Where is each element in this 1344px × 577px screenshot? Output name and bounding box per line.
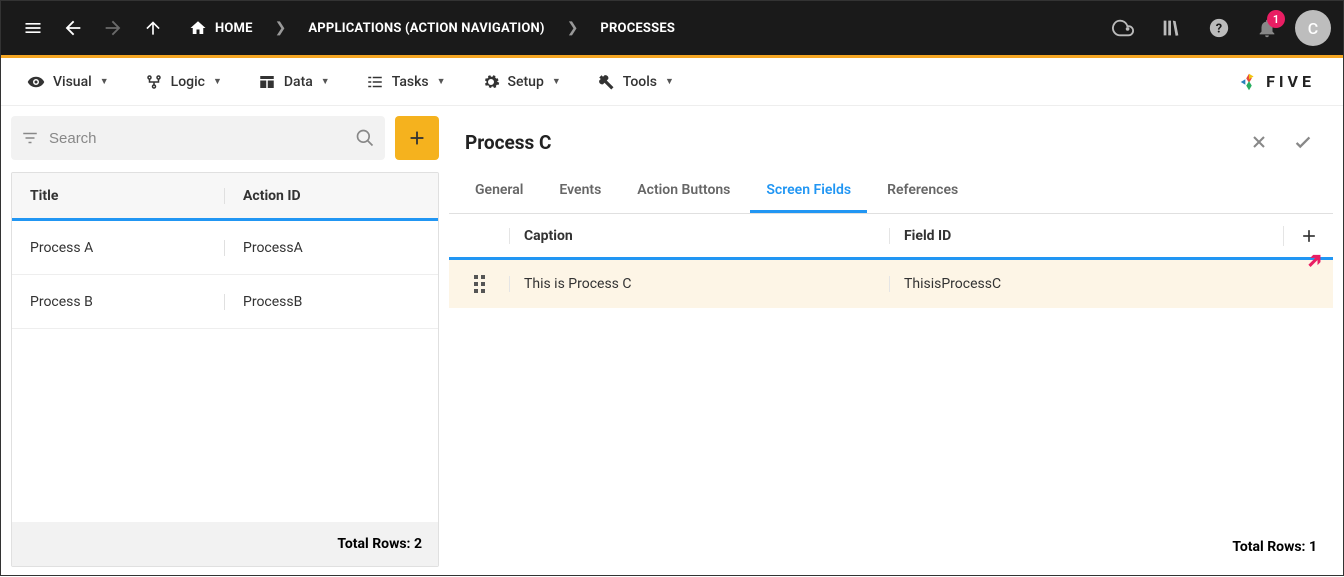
left-panel: Title Action ID Process A ProcessA Proce… — [1, 106, 449, 577]
logo-icon — [1238, 71, 1260, 93]
search-icon[interactable] — [355, 128, 375, 148]
eye-icon — [27, 73, 45, 91]
search-box[interactable] — [11, 116, 385, 160]
breadcrumb-home[interactable]: HOME — [173, 19, 269, 37]
menu-label: Tools — [623, 74, 657, 90]
cell-title: Process A — [12, 240, 225, 256]
chevron-down-icon: ▼ — [665, 76, 674, 87]
forward-button — [93, 8, 133, 48]
tab-events[interactable]: Events — [543, 170, 617, 213]
breadcrumb-processes[interactable]: PROCESSES — [584, 21, 691, 36]
breadcrumb-label: APPLICATIONS (ACTION NAVIGATION) — [308, 21, 544, 36]
tab-references[interactable]: References — [871, 170, 974, 213]
breadcrumb-applications[interactable]: APPLICATIONS (ACTION NAVIGATION) — [292, 21, 560, 36]
tab-general[interactable]: General — [459, 170, 539, 213]
avatar-initial: C — [1308, 19, 1318, 38]
cell-caption: This is Process C — [509, 276, 889, 292]
table-row[interactable]: Process B ProcessB — [12, 275, 438, 329]
avatar[interactable]: C — [1295, 10, 1331, 46]
table-icon — [258, 73, 276, 91]
logo-text: FIVE — [1266, 72, 1315, 91]
help-icon[interactable]: ? — [1199, 8, 1239, 48]
chevron-down-icon: ▼ — [100, 76, 109, 87]
library-icon[interactable] — [1151, 8, 1191, 48]
search-row — [11, 116, 439, 160]
chevron-right-icon: ❯ — [269, 20, 293, 36]
topbar-right: ? 1 C — [1103, 8, 1331, 48]
add-field-button[interactable]: ➔ — [1283, 226, 1333, 246]
total-rows-label: Total Rows: 1 — [1232, 539, 1317, 555]
close-button[interactable] — [1241, 124, 1277, 160]
breadcrumb-label: HOME — [215, 21, 253, 36]
cell-field-id: ThisisProcessC — [889, 276, 1283, 292]
column-caption[interactable]: Caption — [509, 228, 889, 244]
menu-label: Logic — [171, 74, 205, 90]
menubar: Visual ▼ Logic ▼ Data ▼ Tasks ▼ Setup ▼ … — [1, 58, 1343, 106]
back-button[interactable] — [53, 8, 93, 48]
cell-title: Process B — [12, 294, 225, 310]
main: Title Action ID Process A ProcessA Proce… — [1, 106, 1343, 577]
menu-data[interactable]: Data ▼ — [240, 58, 348, 105]
save-button[interactable] — [1285, 124, 1321, 160]
menu-tasks[interactable]: Tasks ▼ — [348, 58, 464, 105]
cell-action-id: ProcessA — [225, 240, 438, 256]
column-action-id[interactable]: Action ID — [225, 188, 438, 204]
menu-label: Setup — [508, 74, 544, 90]
search-input[interactable] — [49, 130, 345, 147]
tab-screen-fields[interactable]: Screen Fields — [750, 170, 867, 213]
table-row[interactable]: This is Process C ThisisProcessC — [449, 260, 1333, 308]
cloud-icon[interactable] — [1103, 8, 1143, 48]
tools-icon — [597, 73, 615, 91]
breadcrumb: HOME ❯ APPLICATIONS (ACTION NAVIGATION) … — [173, 19, 691, 37]
breadcrumb-label: PROCESSES — [600, 21, 675, 36]
right-panel: Process C General Events Action Buttons … — [449, 106, 1343, 577]
tab-action-buttons[interactable]: Action Buttons — [621, 170, 746, 213]
logic-icon — [145, 73, 163, 91]
detail-title: Process C — [465, 131, 551, 154]
svg-text:?: ? — [1216, 22, 1222, 37]
table-footer: Total Rows: 1 — [449, 527, 1333, 567]
menu-label: Visual — [53, 74, 92, 90]
up-button[interactable] — [133, 8, 173, 48]
chevron-down-icon: ▼ — [213, 76, 222, 87]
table-header: Title Action ID — [12, 173, 438, 221]
table-body: This is Process C ThisisProcessC — [449, 260, 1333, 527]
table-row[interactable]: Process A ProcessA — [12, 221, 438, 275]
table-header: Caption Field ID ➔ — [449, 214, 1333, 260]
table-body: Process A ProcessA Process B ProcessB — [12, 221, 438, 522]
chevron-down-icon: ▼ — [437, 76, 446, 87]
total-rows-label: Total Rows: 2 — [337, 536, 422, 552]
notifications-button[interactable]: 1 — [1247, 8, 1287, 48]
chevron-right-icon: ❯ — [561, 20, 585, 36]
chevron-down-icon: ▼ — [552, 76, 561, 87]
tasks-icon — [366, 73, 384, 91]
process-list-table: Title Action ID Process A ProcessA Proce… — [11, 172, 439, 567]
column-title[interactable]: Title — [12, 188, 225, 204]
topbar: HOME ❯ APPLICATIONS (ACTION NAVIGATION) … — [1, 1, 1343, 55]
logo: FIVE — [1238, 71, 1315, 93]
drag-handle[interactable] — [449, 275, 509, 293]
menu-logic[interactable]: Logic ▼ — [127, 58, 240, 105]
table-footer: Total Rows: 2 — [12, 522, 438, 566]
detail-header: Process C — [449, 116, 1333, 170]
menu-setup[interactable]: Setup ▼ — [464, 58, 579, 105]
hamburger-menu-icon[interactable] — [13, 8, 53, 48]
notification-badge: 1 — [1267, 10, 1285, 28]
column-field-id[interactable]: Field ID — [889, 228, 1283, 244]
menu-tools[interactable]: Tools ▼ — [579, 58, 692, 105]
filter-icon[interactable] — [21, 129, 39, 147]
add-button[interactable] — [395, 116, 439, 160]
chevron-down-icon: ▼ — [321, 76, 330, 87]
topbar-left: HOME ❯ APPLICATIONS (ACTION NAVIGATION) … — [13, 8, 691, 48]
cell-action-id: ProcessB — [225, 294, 438, 310]
menu-label: Data — [284, 74, 313, 90]
menu-visual[interactable]: Visual ▼ — [9, 58, 127, 105]
gear-icon — [482, 73, 500, 91]
tabs: General Events Action Buttons Screen Fie… — [449, 170, 1333, 214]
detail-actions — [1241, 124, 1321, 160]
home-icon — [189, 19, 207, 37]
screen-fields-table: Caption Field ID ➔ This is Process C Thi… — [449, 214, 1333, 567]
menu-label: Tasks — [392, 74, 429, 90]
